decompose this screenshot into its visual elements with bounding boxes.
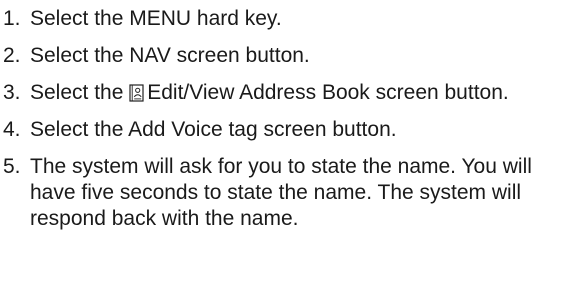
step-text: Select the MENU hard key. — [30, 7, 282, 30]
step-number: 4. — [3, 118, 21, 141]
step-item: 2. Select the NAV screen button. — [2, 43, 587, 69]
step-text: Select the Add Voice tag screen button. — [30, 118, 397, 141]
step-text: The system will ask for you to state the… — [30, 155, 532, 230]
step-item: 5. The system will ask for you to state … — [2, 154, 587, 232]
step-text: Select the Edit/View Address Book screen… — [30, 80, 587, 106]
step-item: 4. Select the Add Voice tag screen butto… — [2, 117, 587, 143]
step-text-before-icon: Select the — [30, 81, 130, 104]
step-item: 3. Select the Edit/View Address Book scr… — [2, 80, 587, 106]
step-text: Select the NAV screen button. — [30, 44, 310, 67]
step-number: 5. — [3, 155, 21, 178]
step-text-after-icon: Edit/View Address Book screen button. — [147, 81, 509, 104]
step-number: 3. — [3, 81, 21, 104]
address-book-icon — [129, 84, 144, 102]
step-number: 1. — [3, 7, 21, 30]
step-item: 1. Select the MENU hard key. — [2, 6, 587, 32]
step-number: 2. — [3, 44, 21, 67]
instructions-document: 1. Select the MENU hard key. 2. Select t… — [0, 0, 587, 285]
steps-list: 1. Select the MENU hard key. 2. Select t… — [2, 6, 587, 232]
